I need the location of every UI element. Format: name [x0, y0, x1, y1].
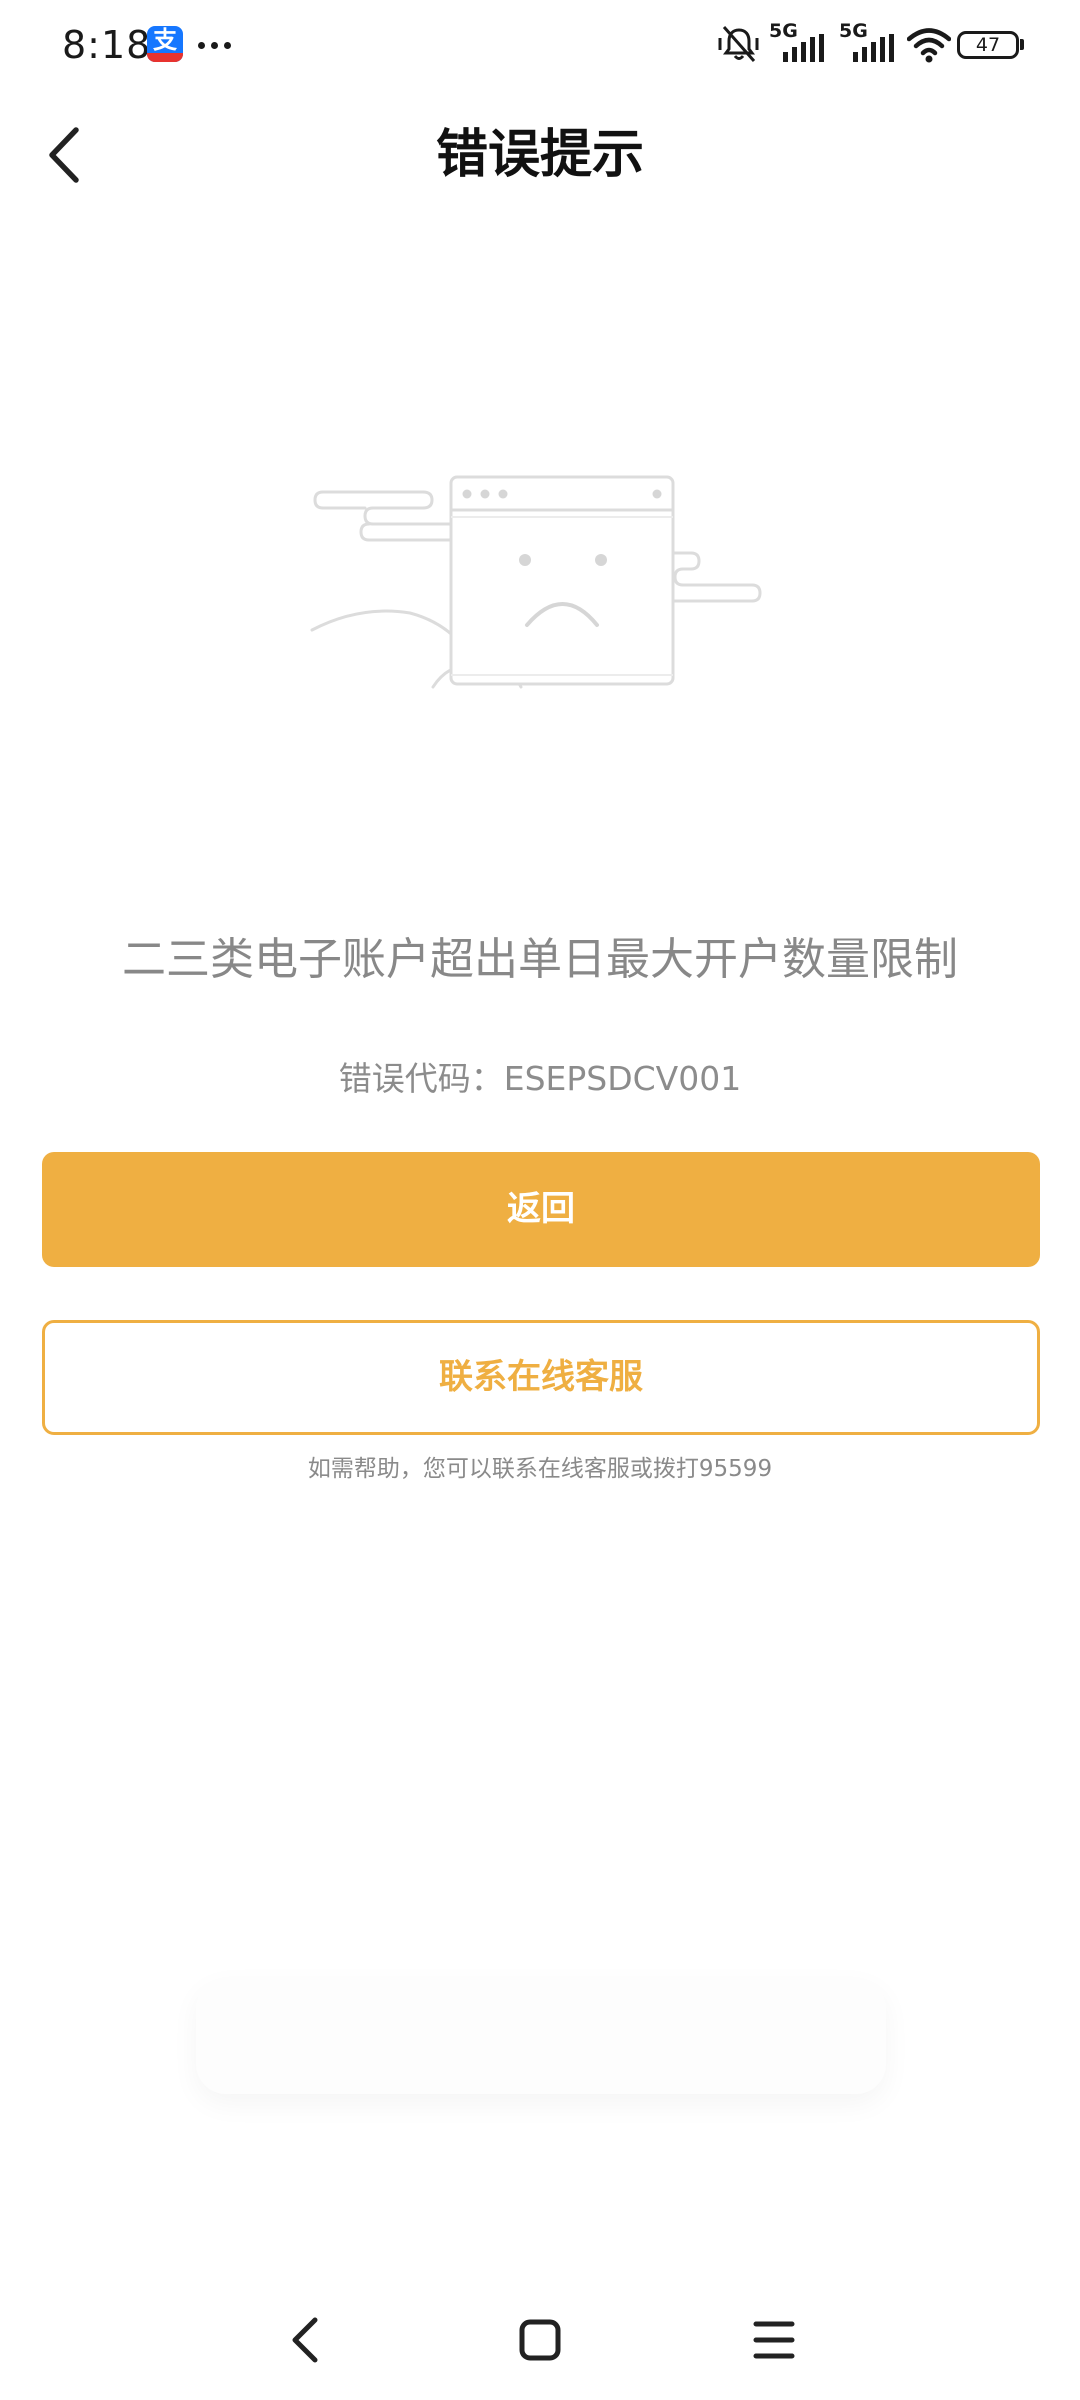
battery-icon: 47	[957, 31, 1019, 59]
system-nav-bar	[0, 2280, 1080, 2400]
error-message: 二三类电子账户超出单日最大开户数量限制	[122, 934, 958, 985]
alipay-icon: 支	[147, 26, 183, 62]
battery-level: 47	[975, 34, 1001, 56]
signal-icon	[853, 34, 894, 62]
nav-menu-button[interactable]	[734, 2300, 814, 2380]
nav-back-icon	[292, 2317, 318, 2363]
nav-back-button[interactable]	[267, 2300, 347, 2380]
help-text: 如需帮助，您可以联系在线客服或拨打95599	[307, 1456, 773, 1482]
wifi-icon	[907, 28, 951, 63]
header: 错误提示	[0, 100, 1080, 210]
alipay-icon-glyph: 支	[153, 26, 177, 54]
contact-support-button[interactable]: 联系在线客服	[42, 1320, 1040, 1435]
status-bar: 8:18 支 5G 5G 47	[0, 0, 1080, 90]
return-button[interactable]: 返回	[42, 1152, 1040, 1267]
more-dots-icon	[198, 42, 232, 50]
page-title: 错误提示	[435, 125, 644, 185]
error-code: 错误代码：ESEPSDCV001	[338, 1059, 742, 1098]
floating-panel	[196, 1978, 886, 2094]
nav-home-icon	[519, 2319, 561, 2361]
battery-cap	[1020, 39, 1024, 50]
nav-menu-icon	[753, 2321, 795, 2359]
sad-browser-window-illustration	[305, 465, 775, 700]
nav-home-button[interactable]	[500, 2300, 580, 2380]
alipay-icon-ribbon	[147, 53, 183, 62]
mute-vibrate-icon	[718, 26, 759, 62]
status-time: 8:18	[62, 23, 152, 67]
signal-icon	[783, 34, 824, 62]
status-icons: 5G 5G 47	[717, 20, 1024, 68]
